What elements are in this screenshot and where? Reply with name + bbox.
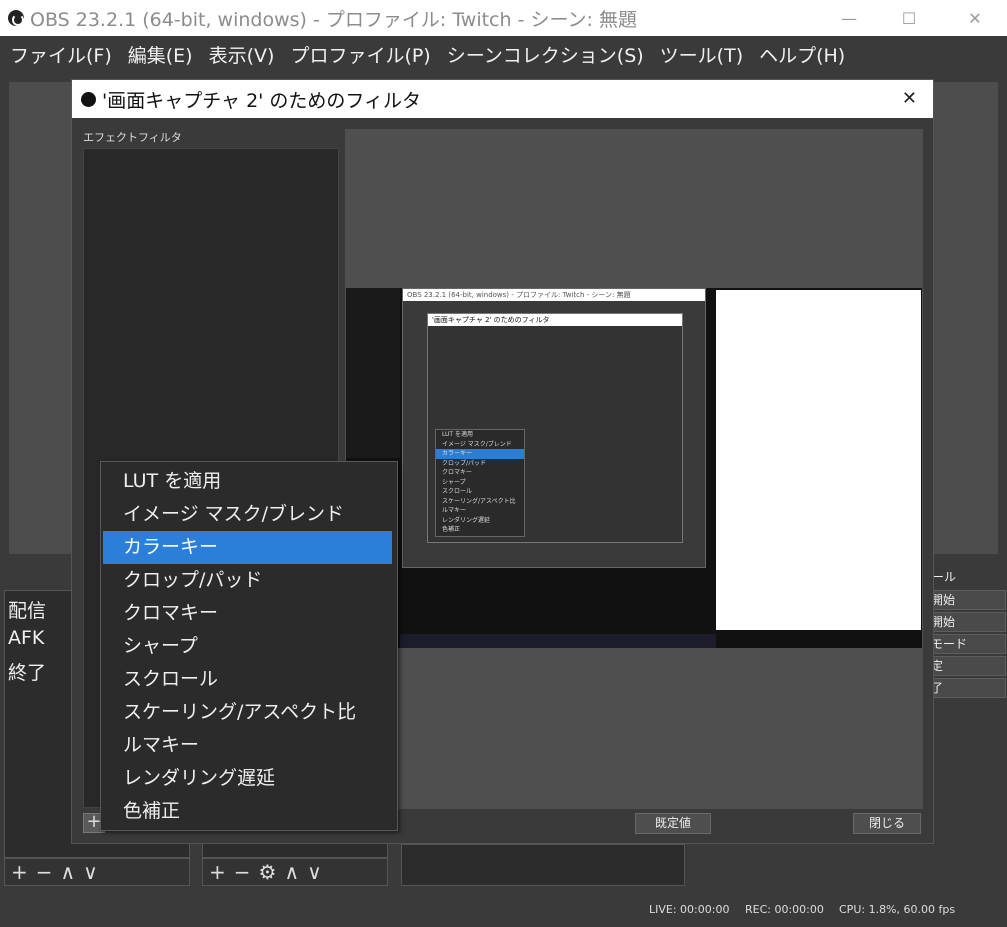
captured-menu-item: スクロール (442, 488, 473, 495)
captured-monitor-widget (346, 288, 400, 458)
menu-edit[interactable]: 編集(E) (120, 36, 201, 76)
status-bar: LIVE: 00:00:00 REC: 00:00:00 CPU: 1.8%, … (0, 895, 1007, 927)
remove-scene-button[interactable]: − (36, 860, 53, 884)
menu-view[interactable]: 表示(V) (201, 36, 283, 76)
move-scene-up-button[interactable]: ∧ (61, 860, 76, 884)
maximize-button[interactable]: ☐ (886, 0, 932, 36)
captured-menu-item: ルマキー (442, 507, 467, 514)
menu-item-scaling[interactable]: スケーリング/アスペクト比 (103, 696, 392, 729)
minimize-button[interactable]: — (826, 0, 872, 36)
scenes-toolbar: + − ∧ ∨ (4, 858, 190, 886)
start-streaming-button[interactable]: 開始 (924, 590, 1006, 610)
menu-item-crop-pad[interactable]: クロップ/パッド (103, 564, 392, 597)
obs-logo-icon (81, 91, 96, 107)
dialog-title: '画面キャプチャ 2' のためのフィルタ (102, 89, 422, 112)
menu-item-color-key[interactable]: カラーキー (103, 531, 392, 564)
start-recording-button[interactable]: 開始 (924, 612, 1006, 632)
captured-menu-item: LUT を適用 (442, 431, 474, 438)
exit-button[interactable]: 了 (924, 678, 1006, 698)
menu-profile[interactable]: プロファイル(P) (282, 36, 438, 76)
menu-item-image-mask[interactable]: イメージ マスク/ブレンド (103, 498, 392, 531)
dialog-titlebar: '画面キャプチャ 2' のためのフィルタ ✕ (72, 80, 933, 118)
menu-scene-collection[interactable]: シーンコレクション(S) (439, 36, 652, 76)
source-settings-icon[interactable]: ⚙ (259, 860, 277, 884)
filter-context-menu: LUT を適用 イメージ マスク/ブレンド カラーキー クロップ/パッド クロマ… (100, 461, 398, 831)
effect-filters-label: エフェクトフィルタ (83, 131, 182, 144)
captured-context-menu: LUT を適用 イメージ マスク/ブレンド カラーキー クロップ/パッド クロマ… (435, 429, 525, 537)
captured-menu-item: クロップ/パッド (442, 459, 487, 467)
menu-help[interactable]: ヘルプ(H) (751, 36, 853, 76)
window-title: OBS 23.2.1 (64-bit, windows) - プロファイル: T… (30, 8, 637, 31)
captured-browser-window (716, 290, 921, 630)
captured-menu-item: 色補正 (442, 526, 461, 533)
close-button[interactable]: ✕ (952, 0, 998, 36)
menu-tools[interactable]: ツール(T) (652, 36, 751, 76)
obs-logo-icon (8, 10, 24, 26)
mixer-dock (401, 844, 685, 886)
remove-source-button[interactable]: − (234, 860, 251, 884)
captured-screen-image: OBS 23.2.1 (64-bit, windows) - プロファイル: T… (346, 288, 922, 648)
captured-obs-window: OBS 23.2.1 (64-bit, windows) - プロファイル: T… (402, 288, 706, 568)
menu-item-lut[interactable]: LUT を適用 (103, 465, 392, 498)
add-source-button[interactable]: + (209, 860, 226, 884)
captured-menu-item: レンダリング遅延 (442, 516, 491, 524)
captured-menu-item: クロマキー (442, 469, 473, 476)
menu-file[interactable]: ファイル(F) (2, 36, 120, 76)
move-source-up-button[interactable]: ∧ (284, 860, 299, 884)
menu-item-luma-key[interactable]: ルマキー (103, 729, 392, 762)
defaults-button[interactable]: 既定値 (635, 813, 711, 834)
rec-status: REC: 00:00:00 (745, 903, 824, 916)
menu-item-sharpen[interactable]: シャープ (103, 630, 392, 663)
menu-item-render-delay[interactable]: レンダリング遅延 (103, 762, 392, 795)
menu-bar: ファイル(F) 編集(E) 表示(V) プロファイル(P) シーンコレクション(… (0, 36, 1007, 76)
sources-toolbar: + − ⚙ ∧ ∨ (202, 858, 388, 886)
captured-dialog-title: '画面キャプチャ 2' のためのフィルタ (428, 314, 682, 326)
controls-header: ール (932, 570, 957, 584)
move-scene-down-button[interactable]: ∨ (83, 860, 98, 884)
captured-menu-item: シャープ (442, 478, 466, 486)
menu-item-color-correction[interactable]: 色補正 (103, 795, 392, 828)
dialog-close-icon[interactable]: ✕ (902, 88, 917, 109)
menu-item-chroma-key[interactable]: クロマキー (103, 597, 392, 630)
captured-menu-item: スケーリング/アスペクト比 (442, 497, 516, 505)
cpu-status: CPU: 1.8%, 60.00 fps (839, 903, 956, 916)
captured-menu-item: イメージ マスク/ブレンド (442, 440, 512, 448)
move-source-down-button[interactable]: ∨ (307, 860, 322, 884)
scene-item[interactable]: AFK (8, 627, 44, 649)
scene-item[interactable]: 終了 (8, 658, 46, 685)
live-status: LIVE: 00:00:00 (649, 903, 730, 916)
window-titlebar: OBS 23.2.1 (64-bit, windows) - プロファイル: T… (0, 0, 1007, 36)
scene-item[interactable]: 配信 (8, 596, 46, 623)
captured-obs-title: OBS 23.2.1 (64-bit, windows) - プロファイル: T… (403, 289, 705, 301)
menu-item-scroll[interactable]: スクロール (103, 663, 392, 696)
close-dialog-button[interactable]: 閉じる (853, 813, 921, 834)
studio-mode-button[interactable]: モード (924, 634, 1006, 654)
captured-taskbar (400, 634, 716, 648)
add-scene-button[interactable]: + (11, 860, 28, 884)
settings-button[interactable]: 定 (924, 656, 1006, 676)
captured-menu-item: カラーキー (436, 449, 524, 459)
